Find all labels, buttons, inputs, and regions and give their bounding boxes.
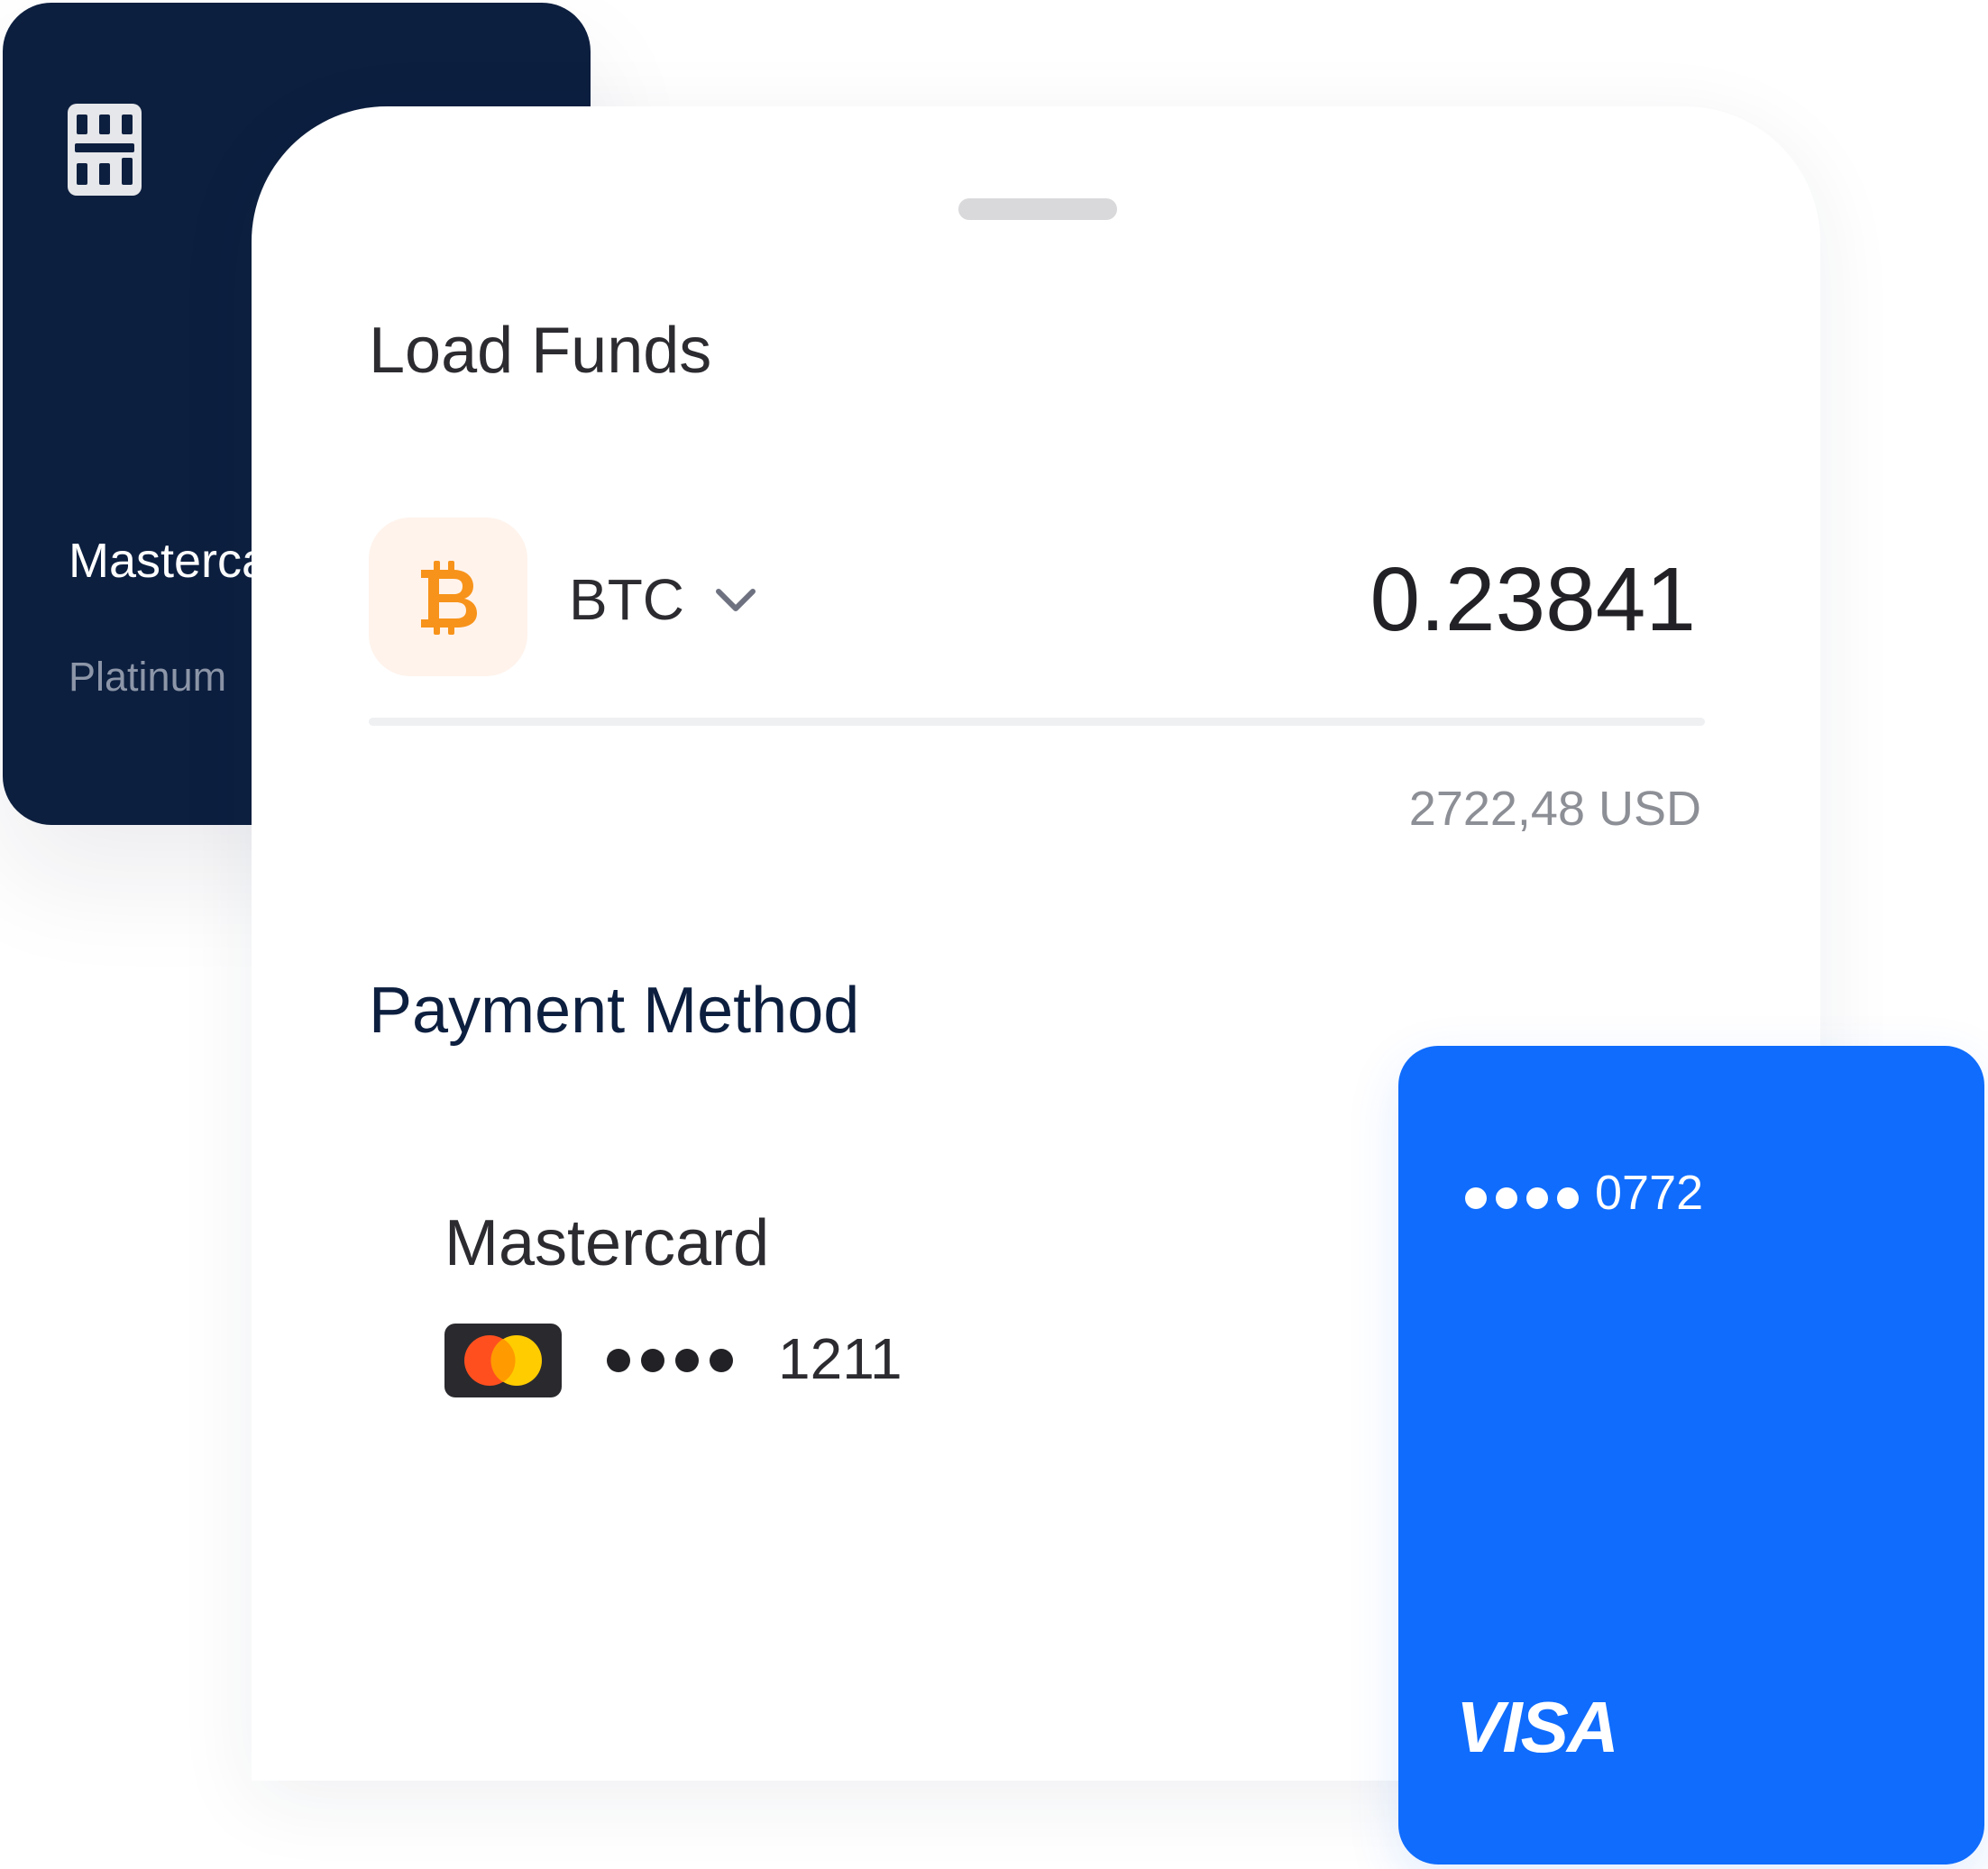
payment-method-name[interactable]: Mastercard — [444, 1206, 769, 1280]
chevron-down-icon[interactable] — [713, 584, 758, 615]
masked-digits-dots — [607, 1349, 733, 1372]
amount-input[interactable]: 0.23841 — [1370, 548, 1696, 652]
visa-card[interactable]: 0772 VISA — [1398, 1046, 1984, 1864]
bitcoin-icon — [421, 561, 477, 635]
currency-selector[interactable]: BTC — [569, 566, 684, 633]
load-funds-title: Load Funds — [369, 315, 712, 387]
back-card-tier: Platinum — [69, 654, 227, 700]
currency-icon-tile[interactable] — [369, 518, 527, 676]
payment-method-title: Payment Method — [369, 975, 860, 1047]
amount-divider — [369, 718, 1705, 726]
visa-logo: VISA — [1456, 1687, 1619, 1767]
visa-masked-dots — [1465, 1187, 1579, 1209]
card-chip-icon — [68, 104, 142, 196]
visa-last-digits: 0772 — [1595, 1166, 1704, 1220]
card-last-digits: 1211 — [778, 1326, 902, 1391]
drag-handle[interactable] — [958, 198, 1117, 220]
mastercard-logo-icon — [444, 1324, 562, 1397]
fiat-equivalent: 2722,48 USD — [1408, 782, 1701, 836]
